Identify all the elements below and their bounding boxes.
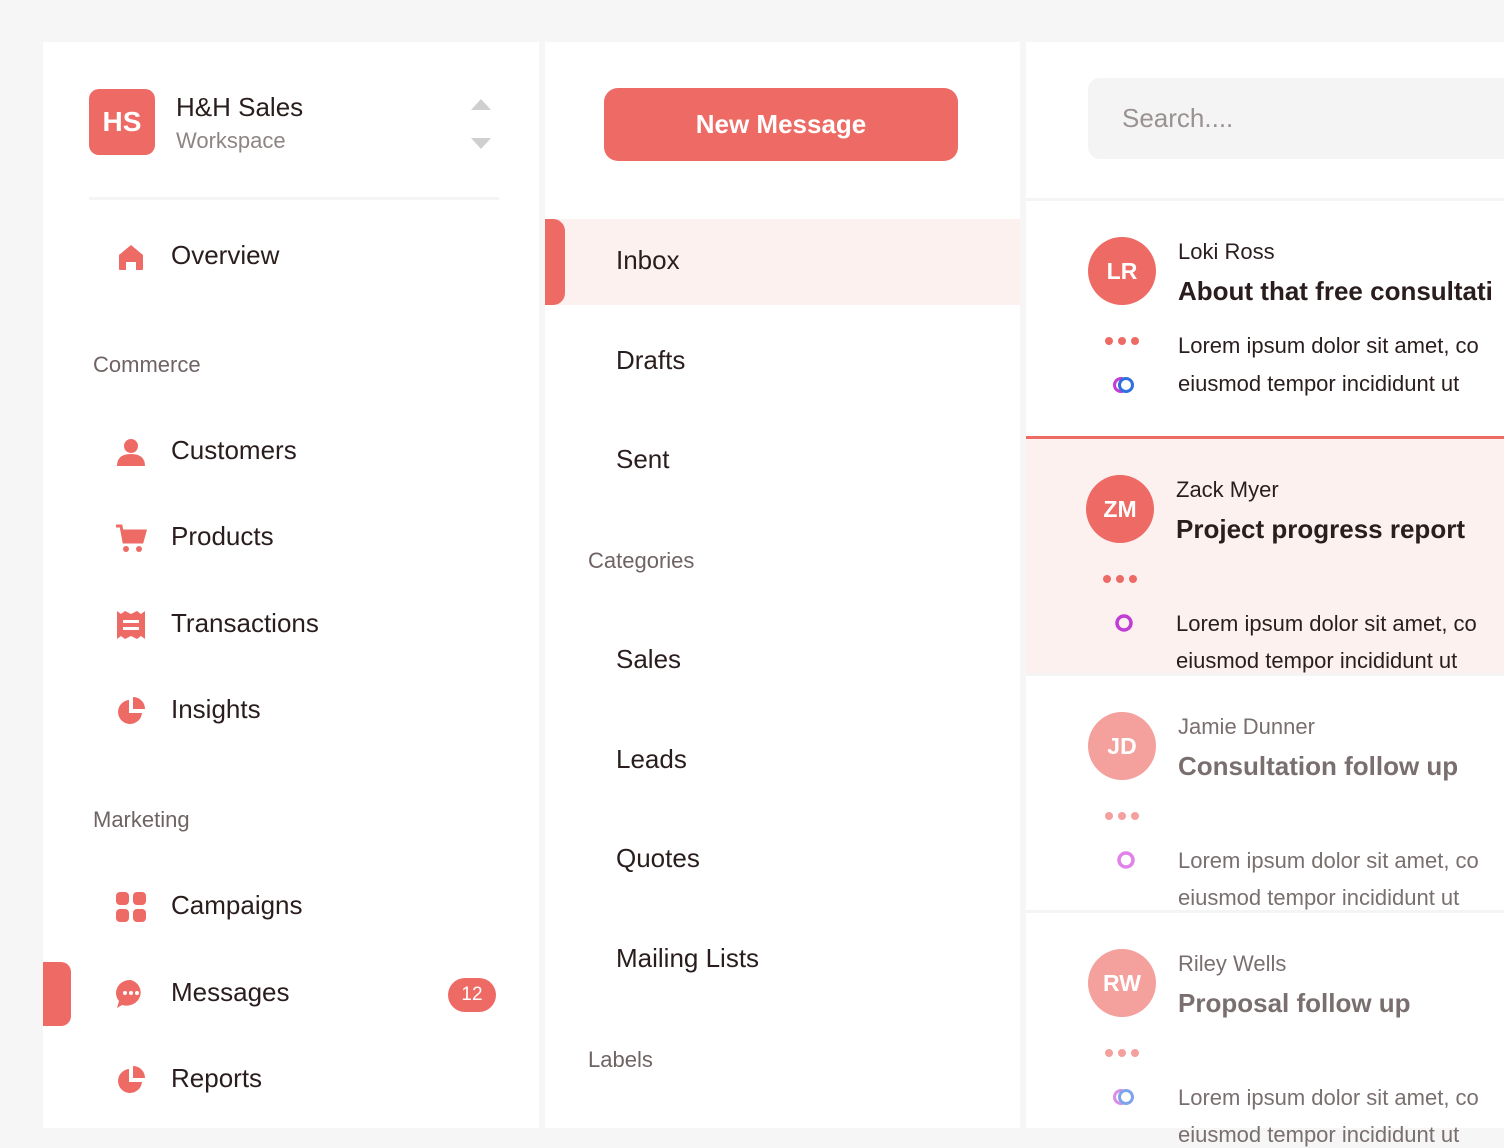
home-icon bbox=[119, 245, 143, 270]
folder-sent[interactable]: Sent bbox=[545, 418, 1020, 504]
receipt-icon bbox=[117, 611, 145, 639]
message-preview: eiusmod tempor incididunt ut bbox=[1178, 371, 1460, 396]
category-mailing-lists[interactable]: Mailing Lists bbox=[545, 917, 1020, 1003]
folder-label: Drafts bbox=[616, 345, 686, 375]
folder-inbox[interactable]: Inbox bbox=[545, 219, 1020, 305]
chat-bubble-icon bbox=[116, 979, 141, 1008]
avatar: JD bbox=[1088, 712, 1156, 780]
message-subject: Project progress report bbox=[1176, 514, 1465, 544]
ring-icon bbox=[1115, 614, 1133, 632]
message-preview: eiusmod tempor incididunt ut bbox=[1176, 648, 1458, 673]
more-options-icon[interactable] bbox=[1105, 337, 1141, 347]
search-placeholder: Search.... bbox=[1122, 103, 1234, 133]
sidebar-item-label: Messages bbox=[171, 977, 290, 1007]
workspace-subtitle: Workspace bbox=[176, 128, 286, 153]
message-preview: Lorem ipsum dolor sit amet, co bbox=[1178, 1085, 1479, 1110]
more-options-icon[interactable] bbox=[1105, 812, 1141, 822]
unread-badge: 12 bbox=[448, 978, 496, 1012]
avatar: LR bbox=[1088, 237, 1156, 305]
sidebar-item-overview[interactable]: Overview bbox=[43, 229, 539, 285]
folder-label: Sent bbox=[616, 444, 670, 474]
message-sender: Jamie Dunner bbox=[1178, 714, 1315, 739]
caret-up-icon[interactable] bbox=[471, 99, 491, 110]
folder-label: Sales bbox=[616, 644, 682, 674]
avatar: ZM bbox=[1086, 475, 1154, 543]
labels-heading: Labels bbox=[588, 1047, 653, 1072]
folder-panel: New Message Inbox Drafts Sent Categories… bbox=[545, 42, 1020, 1128]
overlapping-rings-icon bbox=[1113, 1089, 1134, 1105]
new-message-button[interactable]: New Message bbox=[604, 88, 958, 161]
message-list: Search.... LR Loki Ross About that free … bbox=[1026, 42, 1504, 1147]
sidebar-item-transactions[interactable]: Transactions bbox=[43, 597, 539, 653]
section-marketing: Marketing bbox=[93, 807, 190, 832]
sidebar: HS H&H Sales Workspace Overview Commerce… bbox=[43, 42, 539, 1128]
folder-label: Inbox bbox=[616, 245, 680, 275]
pie-chart-icon bbox=[118, 697, 145, 724]
message-item[interactable]: JD Jamie Dunner Consultation follow up L… bbox=[1026, 676, 1504, 911]
sidebar-item-campaigns[interactable]: Campaigns bbox=[43, 879, 539, 935]
sidebar-item-label: Insights bbox=[171, 694, 261, 724]
sidebar-item-label: Products bbox=[171, 521, 274, 551]
folder-drafts[interactable]: Drafts bbox=[545, 319, 1020, 405]
workspace-logo[interactable]: HS bbox=[89, 89, 155, 155]
caret-down-icon[interactable] bbox=[471, 138, 491, 149]
message-sender: Riley Wells bbox=[1178, 951, 1287, 976]
sidebar-item-customers[interactable]: Customers bbox=[43, 424, 539, 480]
sidebar-item-messages[interactable]: Messages 12 bbox=[43, 966, 539, 1022]
sidebar-item-label: Campaigns bbox=[171, 890, 303, 920]
avatar: RW bbox=[1088, 949, 1156, 1017]
message-preview: eiusmod tempor incididunt ut bbox=[1178, 1122, 1460, 1147]
more-options-icon[interactable] bbox=[1105, 1049, 1141, 1059]
sidebar-item-insights[interactable]: Insights bbox=[43, 683, 539, 739]
active-indicator bbox=[545, 219, 565, 305]
folder-label: Quotes bbox=[616, 843, 700, 873]
sidebar-item-label: Customers bbox=[171, 435, 297, 465]
message-sender: Zack Myer bbox=[1176, 477, 1279, 502]
message-item[interactable]: LR Loki Ross About that free consultati … bbox=[1026, 201, 1504, 436]
category-sales[interactable]: Sales bbox=[545, 618, 1020, 704]
sidebar-item-label: Reports bbox=[171, 1063, 263, 1093]
message-subject: Proposal follow up bbox=[1178, 988, 1411, 1018]
overlapping-rings-icon bbox=[1113, 377, 1134, 393]
grid-icon bbox=[116, 892, 146, 922]
search-input[interactable]: Search.... bbox=[1088, 78, 1504, 159]
message-preview: Lorem ipsum dolor sit amet, co bbox=[1178, 848, 1479, 873]
category-quotes[interactable]: Quotes bbox=[545, 817, 1020, 903]
sidebar-item-reports[interactable]: Reports bbox=[43, 1052, 539, 1108]
category-leads[interactable]: Leads bbox=[545, 718, 1020, 804]
person-icon bbox=[117, 439, 145, 466]
sidebar-item-label: Overview bbox=[171, 240, 280, 270]
cart-icon bbox=[116, 524, 147, 552]
sidebar-item-label: Transactions bbox=[171, 608, 319, 638]
message-subject: About that free consultati bbox=[1178, 276, 1493, 306]
message-preview: Lorem ipsum dolor sit amet, co bbox=[1176, 611, 1477, 636]
categories-heading: Categories bbox=[588, 548, 695, 573]
workspace-name[interactable]: H&H Sales bbox=[176, 92, 303, 123]
message-preview: Lorem ipsum dolor sit amet, co bbox=[1178, 333, 1479, 358]
ring-icon bbox=[1117, 851, 1135, 869]
message-item[interactable]: RW Riley Wells Proposal follow up Lorem … bbox=[1026, 913, 1504, 1148]
message-preview: eiusmod tempor incididunt ut bbox=[1178, 885, 1460, 910]
pie-chart-icon bbox=[118, 1066, 145, 1093]
folder-label: Leads bbox=[616, 744, 687, 774]
more-options-icon[interactable] bbox=[1103, 575, 1139, 585]
folder-label: Mailing Lists bbox=[616, 943, 760, 973]
message-subject: Consultation follow up bbox=[1178, 751, 1459, 781]
message-sender: Loki Ross bbox=[1178, 239, 1275, 264]
section-commerce: Commerce bbox=[93, 352, 201, 377]
divider bbox=[89, 197, 499, 200]
message-item[interactable]: ZM Zack Myer Project progress report Lor… bbox=[1026, 439, 1504, 674]
sidebar-item-products[interactable]: Products bbox=[43, 510, 539, 566]
